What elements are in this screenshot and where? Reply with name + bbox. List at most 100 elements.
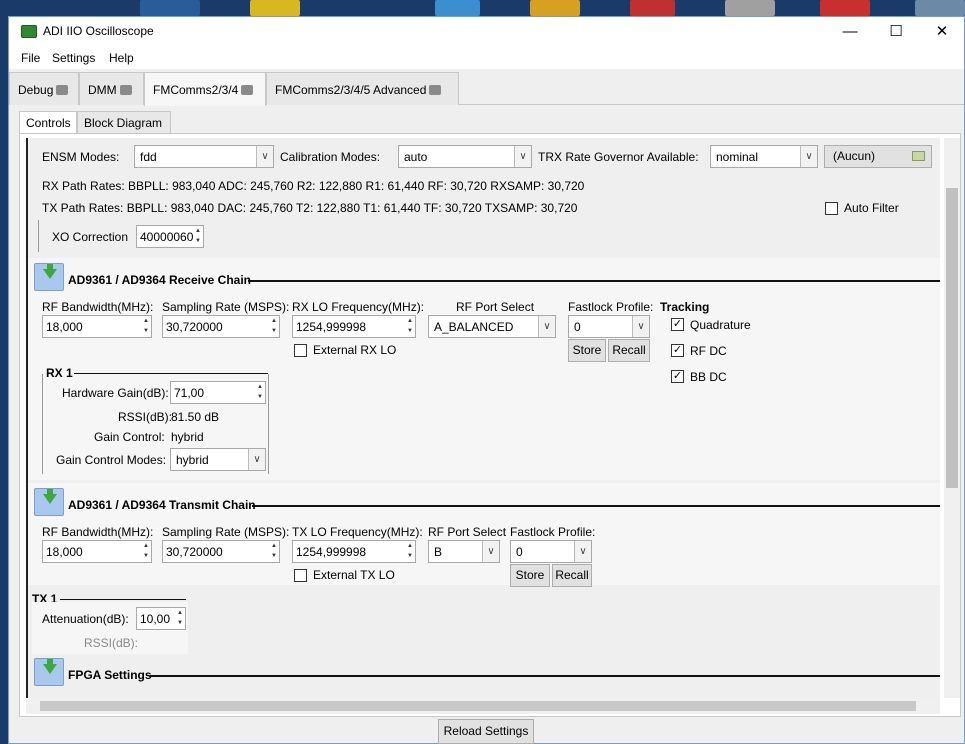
spinner-arrows[interactable]: ▲ ▼: [269, 541, 279, 562]
plug-icon: [56, 85, 69, 95]
tracking-label: Tracking: [660, 300, 710, 314]
desktop-icon[interactable]: [915, 0, 965, 16]
scroll-thumb[interactable]: [946, 188, 958, 488]
tx-sampling-spinner[interactable]: 30,720000 ▲ ▼: [162, 540, 280, 563]
menu-bar: File Settings Help: [9, 47, 964, 69]
tx-lo-spinner[interactable]: 1254,999998 ▲ ▼: [292, 540, 416, 563]
controls-panel: ENSM Modes: fdd ∨ Calibration Modes: auto…: [19, 133, 961, 717]
tx-recall-button[interactable]: Recall: [552, 564, 592, 587]
desktop-icon[interactable]: [530, 0, 580, 16]
close-button[interactable]: ✕: [919, 17, 965, 47]
tab-block-diagram[interactable]: Block Diagram: [77, 111, 171, 133]
tab-debug[interactable]: Debug: [9, 72, 79, 105]
spinner-arrows[interactable]: ▲ ▼: [141, 541, 151, 562]
desktop-icon[interactable]: [250, 0, 300, 16]
chevron-down-icon: ∨: [482, 541, 499, 562]
chevron-down-icon: ∨: [538, 316, 555, 337]
tx-bandwidth-spinner[interactable]: 18,000 ▲ ▼: [42, 540, 152, 563]
spinner-arrows[interactable]: ▲ ▼: [141, 316, 151, 337]
calibration-select[interactable]: auto ∨: [398, 145, 532, 168]
tab-controls[interactable]: Controls: [19, 111, 77, 134]
spinner-arrows[interactable]: ▲ ▼: [255, 382, 265, 403]
tx-path-rates: TX Path Rates: BBPLL: 983,040 DAC: 245,7…: [42, 201, 578, 215]
rssi-value: 81.50 dB: [171, 410, 220, 424]
tab-label: FMComms2/3/4/5 Advanced: [275, 83, 427, 97]
frame-line: [42, 374, 43, 474]
scroll-thumb[interactable]: [40, 701, 916, 711]
rx-chain-title: AD9361 / AD9364 Receive Chain: [68, 273, 251, 287]
bb-dc-checkbox[interactable]: ✓: [671, 370, 684, 383]
spinner-value: 10,00: [140, 612, 171, 626]
external-rx-lo-checkbox[interactable]: [294, 344, 307, 357]
spinner-value: 30,720000: [166, 320, 223, 334]
title-bar[interactable]: ADI IIO Oscilloscope — ☐ ✕: [9, 17, 964, 47]
ensm-select[interactable]: fdd ∨: [134, 145, 274, 168]
tx-fastlock-select[interactable]: 0 ∨: [510, 540, 592, 563]
desktop-icon[interactable]: [435, 0, 480, 16]
rx-expander-button[interactable]: [34, 263, 64, 291]
section-rule: [74, 373, 268, 374]
rx-sampling-spinner[interactable]: 30,720000 ▲ ▼: [162, 315, 280, 338]
gain-control-modes-select[interactable]: hybrid ∨: [170, 448, 266, 471]
maximize-button[interactable]: ☐: [873, 17, 919, 47]
gain-control-value: hybrid: [171, 430, 204, 444]
horizontal-scrollbar[interactable]: [26, 698, 940, 714]
spinner-arrows[interactable]: ▲ ▼: [175, 608, 185, 629]
xo-correction-spinner[interactable]: 40000060 ▲ ▼: [136, 225, 204, 248]
rx-store-button[interactable]: Store: [568, 339, 606, 362]
rx-port-select[interactable]: A_BALANCED ∨: [428, 315, 556, 338]
combo-value: auto: [404, 150, 428, 164]
rx-fastlock-label: Fastlock Profile:: [568, 300, 654, 314]
attenuation-spinner[interactable]: 10,00 ▲ ▼: [136, 607, 186, 630]
desktop-icon[interactable]: [820, 0, 870, 16]
hardware-gain-spinner[interactable]: 71,00 ▲ ▼: [170, 381, 266, 404]
vertical-scrollbar[interactable]: [944, 138, 960, 698]
filter-file-chooser[interactable]: (Aucun): [824, 145, 932, 168]
menu-help[interactable]: Help: [109, 51, 134, 65]
tab-fmcomms[interactable]: FMComms2/3/4: [144, 72, 266, 106]
external-tx-lo-checkbox[interactable]: [294, 569, 307, 582]
quadrature-checkbox[interactable]: ✓: [671, 318, 684, 331]
rx-lo-spinner[interactable]: 1254,999998 ▲ ▼: [292, 315, 416, 338]
menu-file[interactable]: File: [21, 51, 40, 65]
menu-settings[interactable]: Settings: [52, 51, 95, 65]
spinner-arrows[interactable]: ▲ ▼: [269, 316, 279, 337]
spinner-arrows[interactable]: ▲ ▼: [405, 541, 415, 562]
attenuation-label: Attenuation(dB):: [42, 612, 129, 626]
fpga-title: FPGA Settings: [68, 668, 152, 682]
rx-recall-button[interactable]: Recall: [608, 339, 650, 362]
rx-lo-label: RX LO Frequency(MHz):: [292, 300, 425, 314]
rx-chain-section: [28, 258, 940, 480]
rf-dc-checkbox[interactable]: ✓: [671, 344, 684, 357]
auto-filter-checkbox[interactable]: [825, 202, 838, 215]
combo-value: 0: [574, 320, 581, 334]
reload-settings-button[interactable]: Reload Settings: [438, 719, 534, 744]
rx-sampling-label: Sampling Rate (MSPS):: [162, 300, 290, 314]
desktop-icon[interactable]: [630, 0, 675, 16]
hardware-gain-label: Hardware Gain(dB):: [62, 386, 169, 400]
tab-fmcomms-advanced[interactable]: FMComms2/3/4/5 Advanced: [266, 72, 459, 105]
spinner-arrows[interactable]: ▲ ▼: [405, 316, 415, 337]
rx-fastlock-select[interactable]: 0 ∨: [568, 315, 650, 338]
desktop-icon[interactable]: [725, 0, 775, 16]
tx-chain-title: AD9361 / AD9364 Transmit Chain: [68, 498, 256, 512]
chevron-down-icon: ∨: [256, 146, 273, 167]
folder-icon: [912, 151, 925, 161]
desktop-icon[interactable]: [140, 0, 200, 16]
spinner-arrows[interactable]: ▲ ▼: [193, 226, 203, 247]
tx-expander-button[interactable]: [34, 488, 64, 516]
minimize-button[interactable]: —: [827, 17, 873, 47]
gain-control-modes-label: Gain Control Modes:: [56, 453, 167, 467]
file-chooser-value: (Aucun): [833, 149, 876, 163]
tab-label: Debug: [18, 83, 54, 97]
tx-store-button[interactable]: Store: [510, 564, 550, 587]
rx-bandwidth-spinner[interactable]: 18,000 ▲ ▼: [42, 315, 152, 338]
tab-dmm[interactable]: DMM: [79, 72, 144, 105]
plug-icon: [119, 85, 132, 95]
tx-port-select[interactable]: B ∨: [428, 540, 500, 563]
chevron-down-icon: ∨: [632, 316, 649, 337]
trx-governor-select[interactable]: nominal ∨: [710, 145, 818, 168]
combo-value: 0: [516, 545, 523, 559]
plugin-tabs: Debug DMM FMComms2/3/4 FMComms2/3/4/5 Ad…: [9, 69, 964, 106]
fpga-expander-button[interactable]: [34, 658, 64, 686]
